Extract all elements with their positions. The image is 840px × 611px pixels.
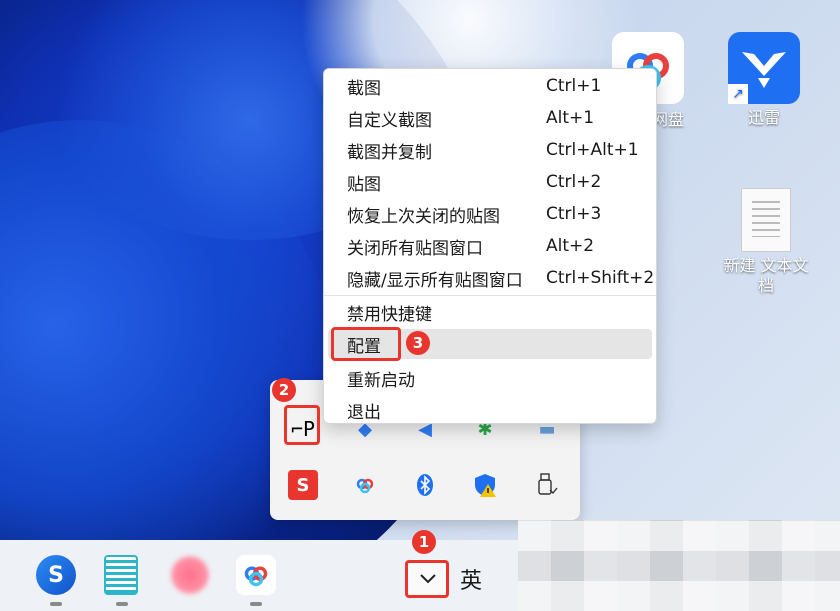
menu-item-exit[interactable]: 退出	[328, 395, 652, 425]
desktop-icon-label: 迅雷	[747, 108, 780, 127]
desktop-icon-label: 新建 文本文 档	[723, 256, 809, 295]
sogou-input-icon[interactable]: S	[288, 470, 318, 500]
desktop-icon-xunlei[interactable]: ↗ 迅雷	[728, 32, 800, 128]
running-indicator	[116, 602, 128, 606]
highlight-box-step2	[284, 405, 320, 445]
desktop-icon-new-text-doc[interactable]: 新建 文本文 档	[714, 188, 818, 296]
input-method-indicator[interactable]: 英	[460, 563, 482, 595]
sogou-browser-icon[interactable]: S	[36, 555, 76, 595]
security-warning-icon[interactable]	[470, 470, 500, 500]
usb-eject-icon[interactable]	[532, 470, 562, 500]
step-badge-1: 1	[412, 530, 436, 554]
menu-item-paste[interactable]: 贴图 Ctrl+2	[328, 167, 652, 197]
baidu-netdisk-icon[interactable]	[236, 555, 276, 595]
highlight-box-step3	[331, 327, 401, 361]
menu-item-close-all-pastes[interactable]: 关闭所有贴图窗口 Alt+2	[328, 231, 652, 261]
menu-item-restart[interactable]: 重新启动	[328, 363, 652, 393]
bluetooth-icon[interactable]	[410, 470, 440, 500]
running-indicator	[50, 602, 62, 606]
blurred-app-icon[interactable]	[170, 555, 210, 595]
xunlei-bird-icon: ↗	[728, 32, 800, 104]
step-badge-3: 3	[406, 331, 430, 355]
highlight-box-step1	[405, 560, 449, 598]
pixelated-region	[518, 520, 840, 611]
shortcut-arrow-icon: ↗	[728, 84, 748, 104]
baidu-netdisk-icon[interactable]	[350, 470, 380, 500]
step-badge-2: 2	[272, 378, 296, 402]
menu-item-toggle-pastes[interactable]: 隐藏/显示所有贴图窗口 Ctrl+Shift+2	[328, 263, 654, 293]
menu-item-screenshot-copy[interactable]: 截图并复制 Ctrl+Alt+1	[328, 135, 652, 165]
text-document-icon	[741, 188, 791, 252]
menu-separator	[324, 295, 656, 296]
snipaste-context-menu: 截图 Ctrl+1 自定义截图 Alt+1 截图并复制 Ctrl+Alt+1 贴…	[323, 68, 657, 424]
menu-item-disable-hotkeys[interactable]: 禁用快捷键	[328, 297, 652, 327]
menu-item-restore-paste[interactable]: 恢复上次关闭的贴图 Ctrl+3	[328, 199, 652, 229]
running-indicator	[250, 602, 262, 606]
menu-item-custom-screenshot[interactable]: 自定义截图 Alt+1	[328, 103, 652, 133]
notepad-icon[interactable]	[104, 555, 138, 595]
menu-item-screenshot[interactable]: 截图 Ctrl+1	[328, 71, 652, 101]
